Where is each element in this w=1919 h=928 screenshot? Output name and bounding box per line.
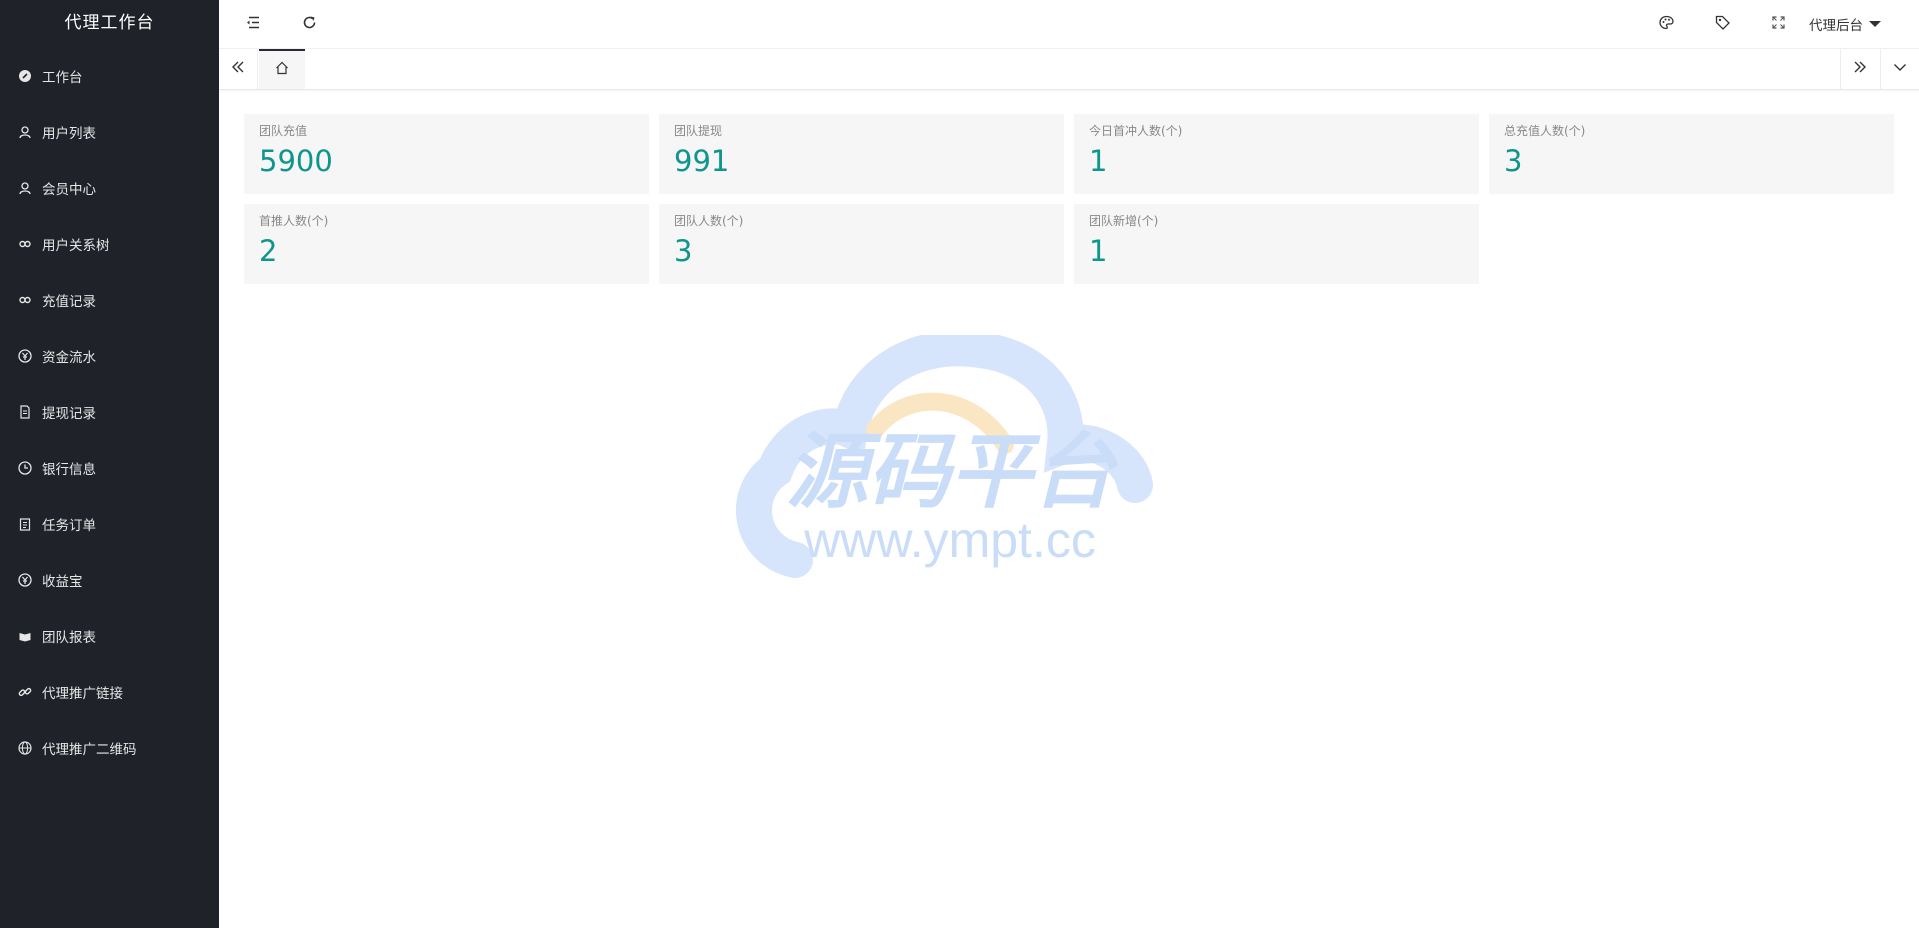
tab-home[interactable]	[259, 49, 305, 89]
watermark-title: 源码平台	[786, 425, 1119, 520]
report-icon	[18, 629, 32, 643]
main-content: 团队充值 5900 团队提现 991 今日首冲人数(个) 1 总充值人数(个) …	[244, 114, 1894, 284]
palette-icon	[1658, 14, 1675, 35]
stat-value: 991	[674, 144, 730, 178]
sidebar-item-label: 会员中心	[42, 182, 96, 198]
double-chevron-left-icon	[230, 59, 246, 79]
sidebar-item-label: 用户列表	[42, 126, 96, 142]
stat-value: 1	[1089, 234, 1108, 268]
caret-down-icon	[1869, 21, 1881, 27]
sidebar-item-member-center[interactable]: 会员中心	[0, 160, 219, 216]
stat-label: 团队人数(个)	[674, 214, 744, 228]
stat-label: 首推人数(个)	[259, 214, 329, 228]
home-icon	[274, 60, 290, 80]
sidebar-menu: 工作台 用户列表 会员中心 用户关系树 充值记录 资金流水 提现记录 银行信息 …	[0, 48, 219, 776]
sidebar-item-user-list[interactable]: 用户列表	[0, 104, 219, 160]
tab-options-button[interactable]	[1880, 49, 1919, 89]
sidebar-item-bank-info[interactable]: 银行信息	[0, 440, 219, 496]
watermark: 源码平台 www.ympt.cc	[735, 330, 1175, 585]
document-icon	[18, 405, 32, 419]
chain-link-icon	[18, 685, 32, 699]
sidebar-item-promo-qrcode[interactable]: 代理推广二维码	[0, 720, 219, 776]
stat-value: 1	[1089, 144, 1108, 178]
refresh-button[interactable]	[286, 0, 332, 48]
user-icon	[18, 181, 32, 195]
stat-value: 2	[259, 234, 278, 268]
refresh-icon	[301, 14, 318, 35]
stat-card-team-withdraw: 团队提现 991	[659, 114, 1064, 194]
fullscreen-button[interactable]	[1755, 0, 1801, 48]
link-loop-icon	[18, 237, 32, 251]
sidebar-item-label: 工作台	[42, 70, 83, 86]
sidebar-item-label: 收益宝	[42, 574, 83, 590]
stat-label: 团队充值	[259, 124, 308, 138]
menu-fold-icon	[244, 14, 261, 35]
double-chevron-right-icon	[1852, 59, 1868, 79]
sidebar-item-label: 用户关系树	[42, 238, 110, 254]
stat-card-direct-referrals: 首推人数(个) 2	[244, 204, 649, 284]
tag-button[interactable]	[1699, 0, 1745, 48]
stat-value: 3	[1504, 144, 1523, 178]
sidebar-item-label: 团队报表	[42, 630, 96, 646]
stat-card-team-recharge: 团队充值 5900	[244, 114, 649, 194]
stat-label: 总充值人数(个)	[1504, 124, 1586, 138]
sidebar-item-label: 代理推广二维码	[42, 742, 137, 758]
tab-scroll-left-button[interactable]	[219, 49, 258, 89]
sidebar-item-relation-tree[interactable]: 用户关系树	[0, 216, 219, 272]
stat-card-today-first-recharge: 今日首冲人数(个) 1	[1074, 114, 1479, 194]
user-icon	[18, 125, 32, 139]
link-loop-icon	[18, 293, 32, 307]
sidebar-item-fund-flow[interactable]: 资金流水	[0, 328, 219, 384]
toggle-sidebar-button[interactable]	[229, 0, 275, 48]
stat-label: 今日首冲人数(个)	[1089, 124, 1183, 138]
sidebar-item-dashboard[interactable]: 工作台	[0, 48, 219, 104]
sidebar-item-team-report[interactable]: 团队报表	[0, 608, 219, 664]
sidebar-item-label: 代理推广链接	[42, 686, 123, 702]
yen-circle-icon	[18, 573, 32, 587]
stat-cards: 团队充值 5900 团队提现 991 今日首冲人数(个) 1 总充值人数(个) …	[244, 114, 1894, 284]
globe-icon	[18, 741, 32, 755]
cloud-logo-icon: 源码平台 www.ympt.cc	[736, 330, 1153, 578]
watermark-url: www.ympt.cc	[803, 512, 1096, 568]
sidebar-item-label: 银行信息	[42, 462, 96, 478]
sidebar-item-withdraw-records[interactable]: 提现记录	[0, 384, 219, 440]
tab-scroll-right-button[interactable]	[1840, 49, 1879, 89]
stat-card-team-size: 团队人数(个) 3	[659, 204, 1064, 284]
chevron-down-icon	[1892, 59, 1908, 79]
yen-circle-icon	[18, 349, 32, 363]
sidebar: 代理工作台 工作台 用户列表 会员中心 用户关系树 充值记录 资金流水 提现记录…	[0, 0, 219, 928]
tab-bar	[219, 49, 1919, 90]
theme-button[interactable]	[1643, 0, 1689, 48]
sidebar-item-promo-link[interactable]: 代理推广链接	[0, 664, 219, 720]
dashboard-icon	[18, 69, 32, 83]
sidebar-item-label: 资金流水	[42, 350, 96, 366]
sidebar-item-yield-treasure[interactable]: 收益宝	[0, 552, 219, 608]
sidebar-title: 代理工作台	[64, 13, 155, 33]
stat-label: 团队新增(个)	[1089, 214, 1159, 228]
fullscreen-icon	[1770, 14, 1787, 35]
stat-value: 5900	[259, 144, 333, 178]
user-menu-label: 代理后台	[1809, 18, 1863, 34]
sidebar-item-label: 提现记录	[42, 406, 96, 422]
sidebar-item-recharge-records[interactable]: 充值记录	[0, 272, 219, 328]
sidebar-item-label: 充值记录	[42, 294, 96, 310]
stat-card-team-new: 团队新增(个) 1	[1074, 204, 1479, 284]
stat-value: 3	[674, 234, 693, 268]
sidebar-item-task-orders[interactable]: 任务订单	[0, 496, 219, 552]
stat-label: 团队提现	[674, 124, 723, 138]
tag-icon	[1714, 14, 1731, 35]
top-header: 代理后台	[219, 0, 1919, 49]
user-menu[interactable]: 代理后台	[1809, 0, 1881, 48]
sidebar-item-label: 任务订单	[42, 518, 96, 534]
stat-card-total-recharge-users: 总充值人数(个) 3	[1489, 114, 1894, 194]
clock-icon	[18, 461, 32, 475]
clipboard-icon	[18, 517, 32, 531]
